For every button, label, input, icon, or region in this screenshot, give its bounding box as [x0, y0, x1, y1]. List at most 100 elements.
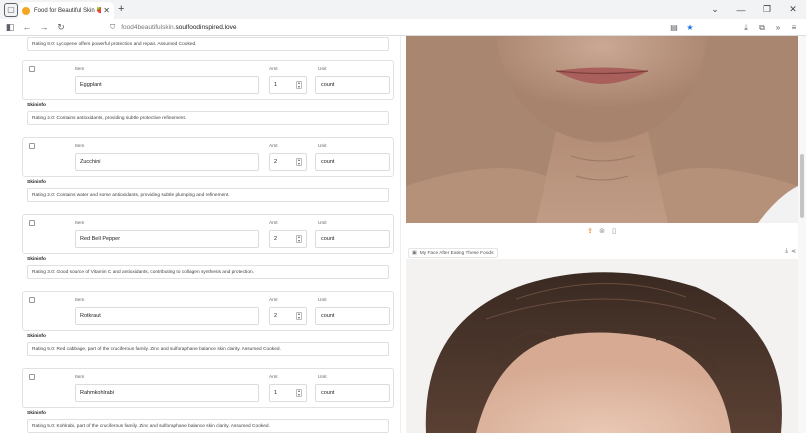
item-label: Item: [75, 67, 85, 72]
amt-stepper[interactable]: ▲ ▼: [296, 158, 302, 166]
ingredient-row: Item Amt Unit Red Bell Pepper 2 ▲ ▼ count: [22, 214, 394, 254]
face-photo-before: [406, 36, 798, 223]
ingredient-row: Item Amt Unit Rahmkohlrabi 1 ▲ ▼ count: [22, 368, 394, 408]
unit-label: Unit: [318, 375, 327, 380]
reader-mode-icon[interactable]: ▤: [666, 23, 682, 32]
window-controls: ⌄ — ❐ ✕: [702, 0, 806, 19]
skininfo-text: Rating 3.0: Good source of Vitamin C and…: [27, 265, 389, 279]
item-label: Item: [75, 298, 85, 303]
amt-input[interactable]: 2 ▲ ▼: [269, 153, 307, 171]
reload-icon[interactable]: ↻: [54, 22, 68, 33]
tab-list-icon[interactable]: ⌄: [702, 4, 728, 15]
ingredient-checkbox[interactable]: [29, 297, 35, 303]
amt-input[interactable]: 1 ▲ ▼: [269, 384, 307, 402]
item-input[interactable]: Eggplant: [75, 76, 259, 94]
unit-input[interactable]: count: [315, 384, 390, 402]
sidebar-toggle-icon[interactable]: ◧: [3, 22, 17, 33]
share-icon[interactable]: ⋖: [791, 248, 796, 255]
skininfo-text: Rating 2.0: Contains antioxidants, provi…: [27, 111, 389, 125]
copy-icon[interactable]: ▯: [610, 227, 619, 235]
downloads-icon[interactable]: ⤓: [738, 23, 754, 33]
scrollbar-thumb[interactable]: [800, 154, 804, 218]
bookmark-star-icon[interactable]: ★: [682, 23, 698, 32]
skininfo-text: Rating 2.0: Contains water and some anti…: [27, 188, 389, 202]
amt-value: 2: [274, 159, 278, 165]
ingredient-checkbox[interactable]: [29, 220, 35, 226]
ingredient-checkbox[interactable]: [29, 374, 35, 380]
photo-panel: ⇪ ⊚ ▯ ▣ My Face After Eating These Foods…: [406, 36, 798, 433]
amt-label: Amt: [269, 144, 278, 149]
ingredient-checkbox[interactable]: [29, 66, 35, 72]
skininfo-text: Rating 8.0: Lycopene offers powerful pro…: [27, 37, 389, 51]
unit-input[interactable]: count: [315, 76, 390, 94]
unit-label: Unit: [318, 144, 327, 149]
amt-value: 1: [274, 390, 278, 396]
item-input[interactable]: Rotkraut: [75, 307, 259, 325]
skininfo-label: Skininfo: [27, 103, 46, 108]
item-input[interactable]: Red Bell Pepper: [75, 230, 259, 248]
ingredient-row: Item Amt Unit Zucchini 2 ▲ ▼ count: [22, 137, 394, 177]
skininfo-text: Rating 5.0: Red cabbage, part of the cru…: [27, 342, 389, 356]
unit-input[interactable]: count: [315, 153, 390, 171]
photo-header: ▣ My Face After Eating These Foods ⤓ ⋖: [406, 247, 798, 259]
amt-label: Amt: [269, 221, 278, 226]
menu-icon[interactable]: ≡: [786, 23, 802, 32]
share-icon[interactable]: ⇪: [586, 227, 595, 235]
ingredient-row: Item Amt Unit Eggplant 1 ▲ ▼ count: [22, 60, 394, 100]
item-input[interactable]: Zucchini: [75, 153, 259, 171]
item-label: Item: [75, 144, 85, 149]
amt-stepper[interactable]: ▲ ▼: [296, 389, 302, 397]
amt-value: 2: [274, 236, 278, 242]
restore-icon[interactable]: ❐: [754, 4, 780, 15]
extensions-icon[interactable]: ⧉: [754, 23, 770, 33]
unit-input[interactable]: count: [315, 230, 390, 248]
download-icon[interactable]: ⤓: [785, 248, 788, 255]
amt-input[interactable]: 2 ▲ ▼: [269, 307, 307, 325]
amt-label: Amt: [269, 375, 278, 380]
new-tab-button[interactable]: +: [118, 3, 124, 15]
skininfo-label: Skininfo: [27, 334, 46, 339]
browser-toolbar: ◧ ← → ↻ ⛉ food4beautifulskin. soulfoodins…: [0, 19, 806, 36]
url-subdomain: food4beautifulskin.: [121, 24, 176, 31]
amt-input[interactable]: 2 ▲ ▼: [269, 230, 307, 248]
skininfo-text: Rating 5.0: Kohlrabi, part of the crucif…: [27, 419, 389, 433]
back-icon[interactable]: ←: [20, 22, 34, 32]
amt-stepper[interactable]: ▲ ▼: [296, 235, 302, 243]
close-window-icon[interactable]: ✕: [780, 4, 806, 15]
face-photo-after: [406, 259, 798, 433]
page-scrollbar[interactable]: [798, 36, 806, 433]
amt-stepper[interactable]: ▲ ▼: [296, 312, 302, 320]
forward-icon[interactable]: →: [37, 22, 51, 32]
download-icon[interactable]: ⊚: [598, 227, 607, 235]
amt-value: 2: [274, 313, 278, 319]
skininfo-label: Skininfo: [27, 180, 46, 185]
image-icon: ▣: [412, 250, 417, 256]
tab-actions-icon[interactable]: ▢: [4, 2, 18, 17]
unit-input[interactable]: count: [315, 307, 390, 325]
item-input[interactable]: Rahmkohlrabi: [75, 384, 259, 402]
amt-input[interactable]: 1 ▲ ▼: [269, 76, 307, 94]
skininfo-label: Skininfo: [27, 411, 46, 416]
ingredient-row: Item Amt Unit Rotkraut 2 ▲ ▼ count: [22, 291, 394, 331]
amt-label: Amt: [269, 67, 278, 72]
browser-tab-bar: ▢ Food for Beautiful Skin 🍓🥑🍋 ✕ + ⌄ — ❐ …: [0, 0, 806, 19]
address-field[interactable]: ⛉ food4beautifulskin. soulfoodinspired.lo…: [110, 22, 237, 33]
tab-title: Food for Beautiful Skin 🍓🥑🍋: [34, 8, 102, 14]
browser-tab[interactable]: Food for Beautiful Skin 🍓🥑🍋 ✕: [18, 2, 114, 19]
unit-label: Unit: [318, 221, 327, 226]
item-label: Item: [75, 221, 85, 226]
photo-controls: ⤓ ⋖: [785, 248, 796, 255]
minimize-icon[interactable]: —: [728, 5, 754, 15]
amt-stepper[interactable]: ▲ ▼: [296, 81, 302, 89]
item-label: Item: [75, 375, 85, 380]
site-info-icon[interactable]: ⛉: [110, 24, 115, 32]
tab-favicon-icon: [22, 6, 30, 15]
tab-close-icon[interactable]: ✕: [103, 6, 110, 15]
amt-value: 1: [274, 82, 278, 88]
neck-photo-illustration: [406, 36, 798, 223]
skininfo-label: Skininfo: [27, 257, 46, 262]
overflow-chevron-icon[interactable]: »: [770, 23, 786, 32]
photo-label-badge: ▣ My Face After Eating These Foods: [408, 248, 498, 258]
ingredient-checkbox[interactable]: [29, 143, 35, 149]
hair-photo-illustration: [406, 259, 798, 433]
